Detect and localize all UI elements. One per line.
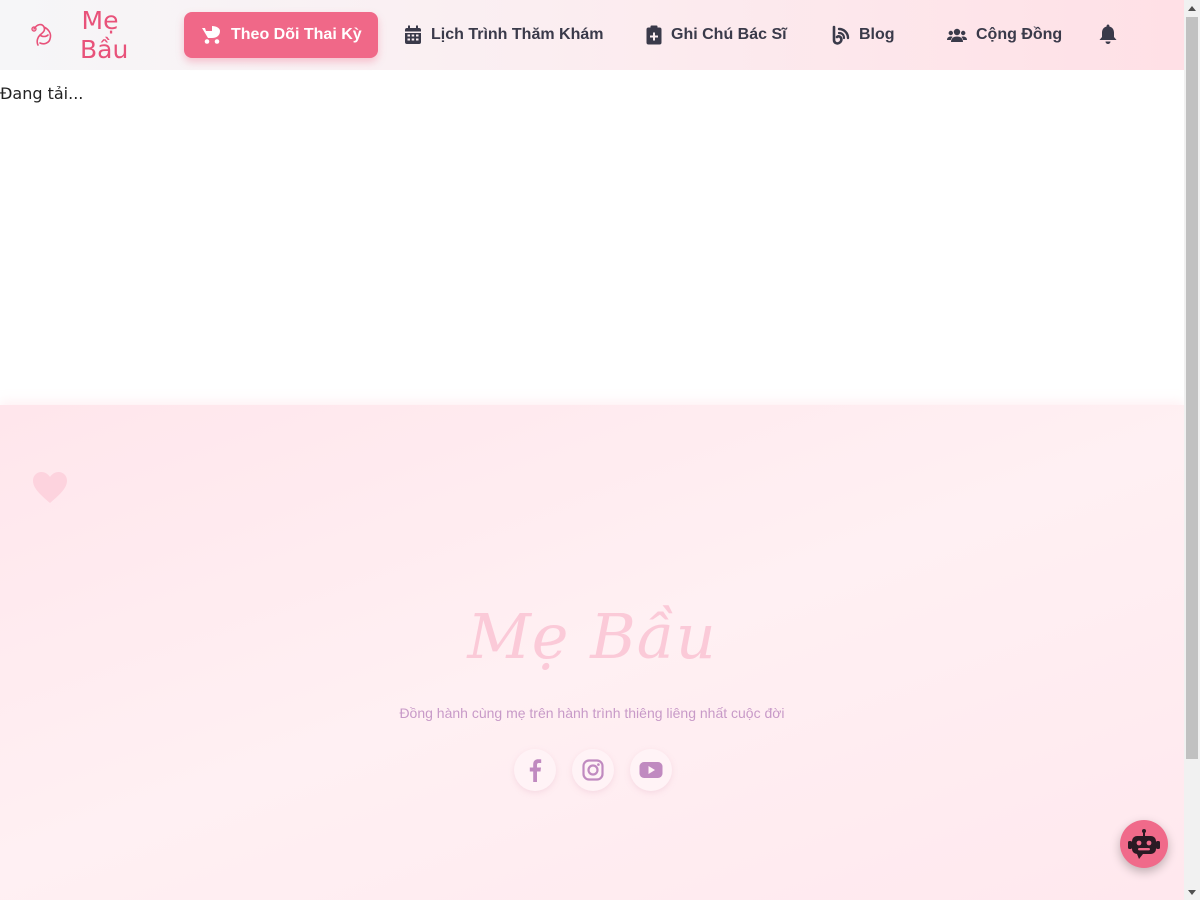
nav-cong-dong[interactable]: Cộng Đồng (947, 12, 1062, 58)
nav-label: Blog (859, 26, 895, 43)
baby-carriage-icon (202, 26, 220, 44)
instagram-icon (582, 759, 604, 781)
nav-theo-doi-thai-ky[interactable]: Theo Dõi Thai Kỳ (184, 12, 378, 58)
loading-text: Đang tải... (0, 84, 84, 103)
chatbot-button[interactable] (1120, 820, 1168, 868)
footer-tagline: Đồng hành cùng mẹ trên hành trình thiêng… (399, 705, 785, 721)
facebook-link[interactable] (514, 749, 556, 791)
top-navigation: Mẹ Bầu Theo Dõi Thai Kỳ Lịch Trình Thăm … (0, 0, 1184, 70)
scrollbar-thumb[interactable] (1186, 17, 1198, 759)
clipboard-medical-icon (646, 25, 662, 45)
footer-brand: Mẹ Bầu (467, 600, 717, 673)
instagram-link[interactable] (572, 749, 614, 791)
nav-label: Ghi Chú Bác Sĩ (671, 26, 787, 43)
nav-label: Lịch Trình Thăm Khám (431, 26, 604, 43)
pregnant-mother-icon (31, 23, 52, 46)
blog-icon (832, 25, 850, 45)
notification-bell[interactable] (1098, 23, 1120, 47)
nav-ghi-chu-bac-si[interactable]: Ghi Chú Bác Sĩ (646, 12, 787, 58)
logo[interactable]: Mẹ Bầu (28, 4, 129, 66)
footer: Mẹ Bầu Đồng hành cùng mẹ trên hành trình… (0, 405, 1184, 900)
users-icon (947, 28, 967, 42)
nav-blog[interactable]: Blog (832, 12, 895, 58)
calendar-icon (405, 25, 421, 44)
bell-icon (1099, 24, 1117, 44)
social-links (514, 749, 672, 791)
youtube-link[interactable] (630, 749, 672, 791)
nav-lich-trinh-tham-kham[interactable]: Lịch Trình Thăm Khám (404, 12, 603, 58)
logo-text: Mẹ Bầu (80, 6, 129, 64)
nav-label: Theo Dõi Thai Kỳ (231, 26, 362, 43)
vertical-scrollbar[interactable] (1184, 0, 1200, 900)
robot-icon (1128, 829, 1160, 859)
facebook-icon (529, 759, 542, 782)
heart-icon (33, 472, 67, 503)
youtube-icon (639, 762, 663, 778)
scroll-down-arrow-icon[interactable] (1184, 884, 1200, 900)
nav-label: Cộng Đồng (976, 26, 1063, 43)
scroll-up-arrow-icon[interactable] (1184, 0, 1200, 16)
